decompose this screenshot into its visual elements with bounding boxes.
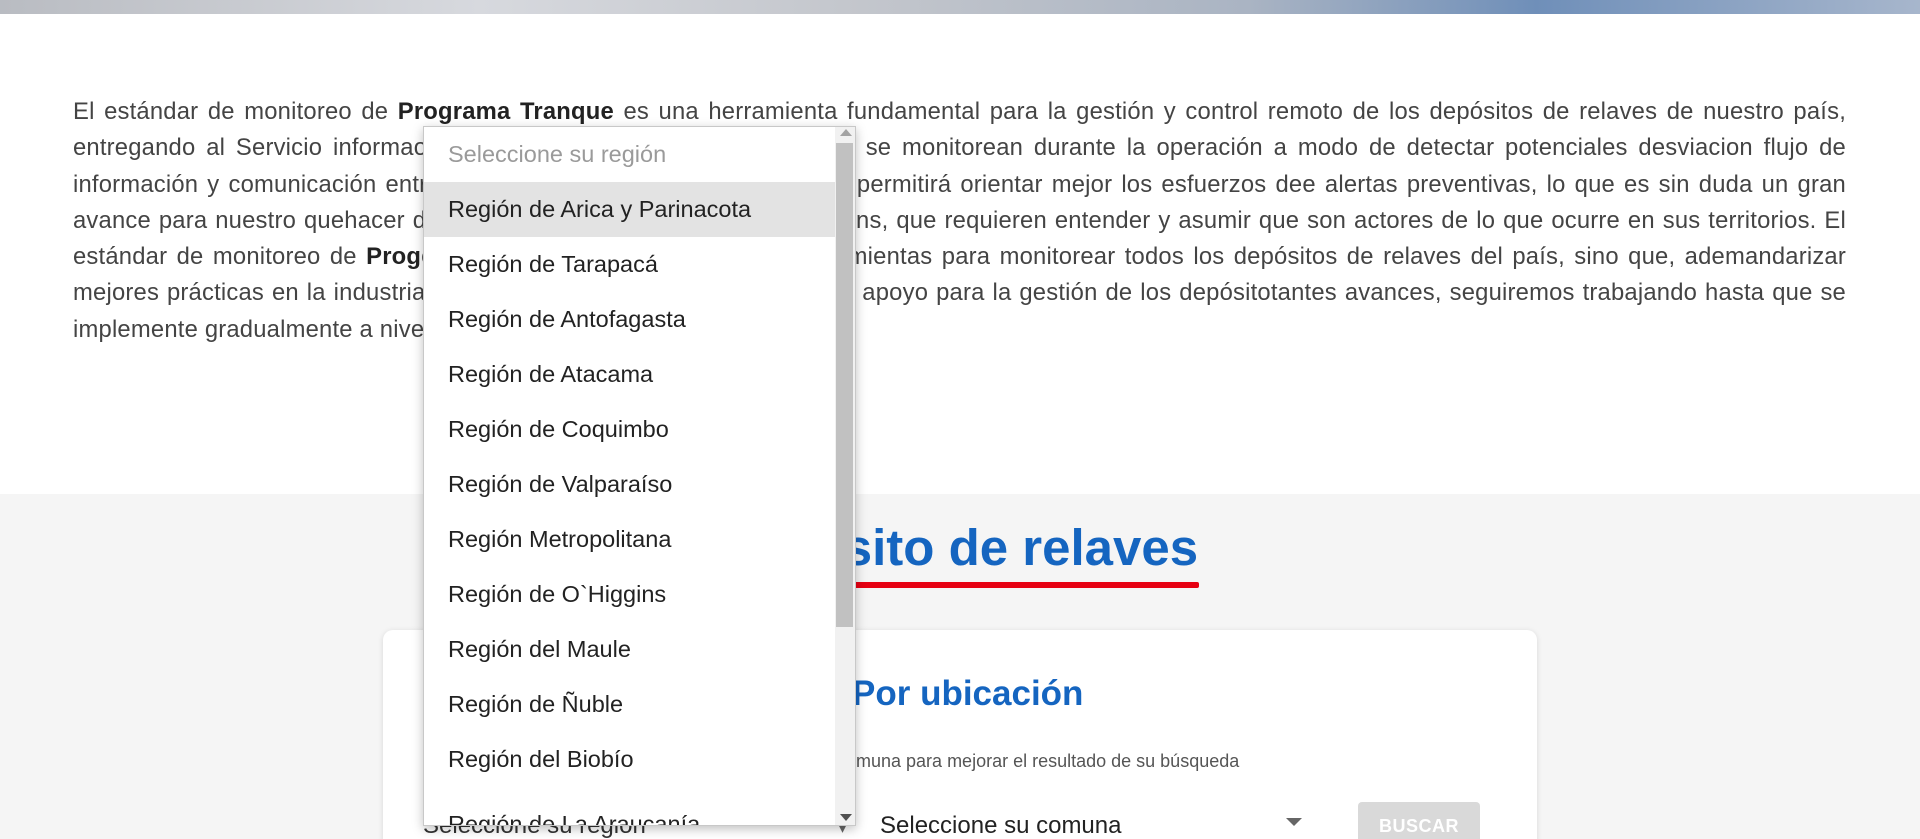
dropdown-option[interactable]: Región de O`Higgins	[424, 567, 855, 622]
region-dropdown-list[interactable]: Seleccione su región Región de Arica y P…	[423, 126, 856, 826]
intro-paragraph: El estándar de monitoreo de Programa Tra…	[73, 98, 1847, 343]
scroll-down-arrow-icon[interactable]	[840, 814, 852, 821]
dropdown-option[interactable]: Región de Valparaíso	[424, 457, 855, 512]
dropdown-option[interactable]: Región de Atacama	[424, 347, 855, 402]
hero-image-strip	[0, 0, 1920, 14]
comuna-select-value: Seleccione su comuna	[880, 812, 1122, 839]
region-options: Seleccione su región Región de Arica y P…	[424, 127, 855, 825]
dropdown-placeholder-option[interactable]: Seleccione su región	[424, 127, 855, 182]
dropdown-option[interactable]: Región de Tarapacá	[424, 237, 855, 292]
dropdown-scrollbar[interactable]	[835, 127, 855, 825]
bold-program-name: Programa Tranque	[397, 98, 614, 125]
title-underline	[852, 582, 1199, 588]
bold-program-name-partial: Prog	[366, 243, 422, 271]
card-title: Por ubicación	[852, 674, 1084, 713]
section-title: depósito de relaves	[721, 519, 1199, 576]
scroll-up-arrow-icon[interactable]	[840, 129, 852, 136]
dropdown-option[interactable]: Región Metropolitana	[424, 512, 855, 567]
dropdown-option[interactable]: Región del Biobío	[424, 732, 855, 787]
dropdown-option[interactable]: Región de Coquimbo	[424, 402, 855, 457]
buscar-button[interactable]: BUSCAR	[1358, 802, 1480, 839]
caret-down-icon	[1286, 818, 1302, 826]
comuna-select[interactable]: Seleccione su comuna	[880, 798, 1310, 839]
dropdown-option[interactable]: Región de La Araucanía	[424, 787, 855, 825]
dropdown-option[interactable]: Región de Arica y Parinacota	[424, 182, 855, 237]
dropdown-option[interactable]: Región del Maule	[424, 622, 855, 677]
dropdown-option[interactable]: Región de Ñuble	[424, 677, 855, 732]
card-help-text: omuna para mejorar el resultado de su bú…	[846, 751, 1240, 771]
dropdown-option[interactable]: Región de Antofagasta	[424, 292, 855, 347]
scrollbar-thumb[interactable]	[836, 143, 853, 627]
